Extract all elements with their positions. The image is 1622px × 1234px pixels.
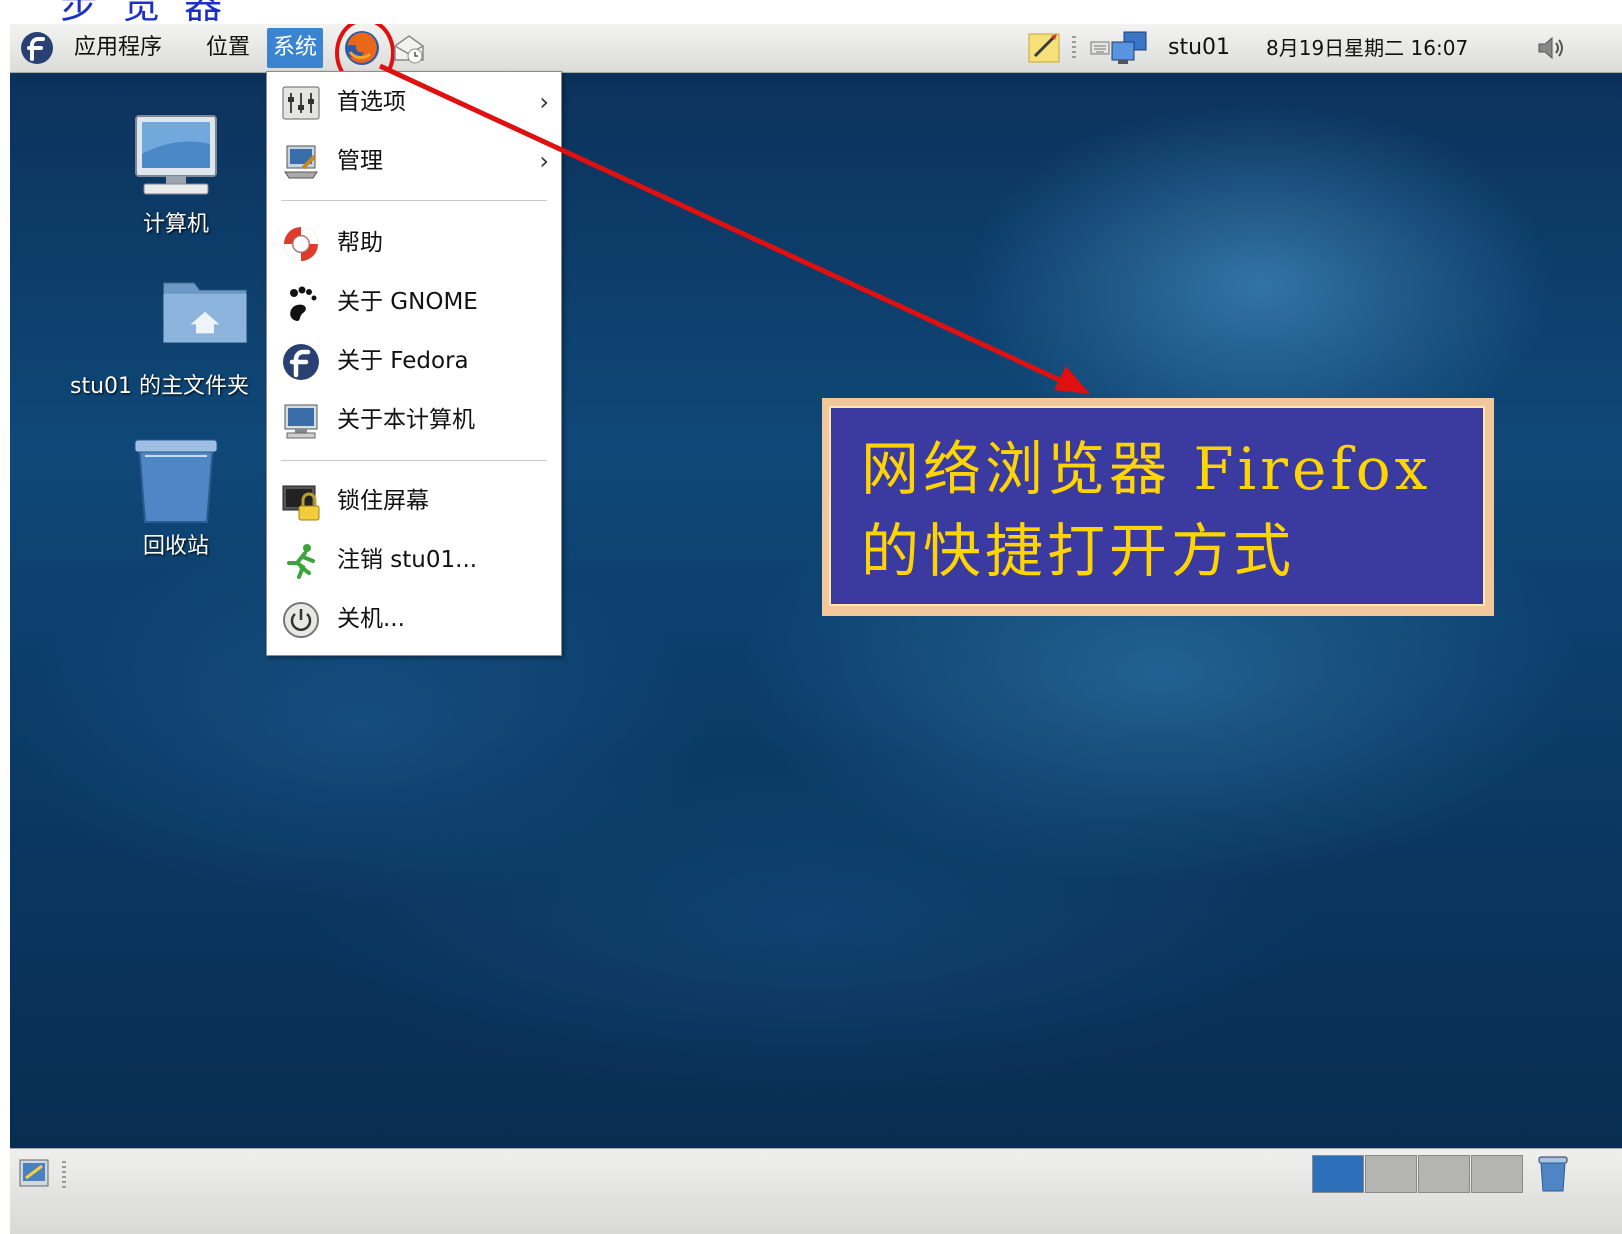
annotation-callout-box: 网络浏览器 Firefox 的快捷打开方式 <box>829 406 1485 606</box>
username-label[interactable]: stu01 <box>1168 24 1230 72</box>
menu-item-label: 关于 Fedora <box>337 348 469 374</box>
mail-launcher-icon[interactable] <box>392 32 426 66</box>
menu-item-about-computer[interactable]: 关于本计算机 <box>267 394 561 446</box>
volume-icon[interactable] <box>1536 34 1566 62</box>
annotation-line-1: 网络浏览器 Firefox <box>861 435 1432 503</box>
logout-running-man-icon <box>287 544 315 579</box>
menu-item-lock-screen[interactable]: 锁住屏幕 <box>267 475 561 527</box>
clock[interactable]: 8月19日星期二 16:07 <box>1266 24 1468 72</box>
menu-item-about-fedora[interactable]: 关于 Fedora <box>267 335 561 387</box>
desktop-icon-trash[interactable]: 回收站 <box>126 434 226 564</box>
menu-item-label: 关于 GNOME <box>337 289 478 315</box>
computer-icon <box>135 115 217 195</box>
trash-applet-icon[interactable] <box>1536 1153 1570 1193</box>
workspace-2[interactable] <box>1365 1155 1417 1193</box>
menu-item-help[interactable]: 帮助 <box>267 217 561 269</box>
preferences-icon <box>282 86 320 120</box>
panel-separator <box>62 1161 66 1189</box>
lock-screen-icon <box>282 485 320 521</box>
desktop-icon-label: stu01 的主文件夹 <box>70 374 250 399</box>
menu-item-label: 关机... <box>337 606 405 632</box>
network-icon[interactable] <box>1110 30 1148 66</box>
menu-item-preferences[interactable]: 首选项 › <box>267 76 561 128</box>
menu-separator <box>281 200 547 201</box>
submenu-arrow-icon: › <box>539 147 549 175</box>
workspace-1[interactable] <box>1312 1155 1364 1193</box>
system-dropdown-menu: 首选项 › 管理 › 帮助 关于 GNOME 关于 Fedora 关于本计算机 … <box>266 71 562 656</box>
menu-item-label: 注销 stu01... <box>337 547 478 573</box>
submenu-arrow-icon: › <box>539 88 549 116</box>
fedora-logo-icon[interactable] <box>20 31 54 65</box>
menu-separator <box>281 460 547 461</box>
workspace-3[interactable] <box>1418 1155 1470 1193</box>
system-menu-button[interactable]: 系统 <box>267 28 324 68</box>
gnome-foot-icon <box>290 286 317 321</box>
slide-top-strip: 步 览 器 <box>0 0 1622 24</box>
menu-item-about-gnome[interactable]: 关于 GNOME <box>267 276 561 328</box>
sticky-notes-icon[interactable] <box>1027 30 1063 66</box>
help-lifebuoy-icon <box>284 227 318 261</box>
desktop-icon-label: 回收站 <box>142 534 209 559</box>
menu-item-logout[interactable]: 注销 stu01... <box>267 534 561 586</box>
keyboard-icon[interactable] <box>1090 40 1110 56</box>
annotation-callout: 网络浏览器 Firefox 的快捷打开方式 <box>822 398 1494 616</box>
desktop-icon-home-folder[interactable]: stu01 的主文件夹 <box>70 274 280 404</box>
applications-menu[interactable]: 应用程序 <box>74 24 162 72</box>
menu-item-label: 锁住屏幕 <box>337 488 429 514</box>
monitor-icon <box>284 404 318 439</box>
annotation-arrow <box>378 63 1090 394</box>
desktop-icon-label: 计算机 <box>142 212 209 237</box>
administration-icon <box>284 145 318 179</box>
annotation-line-2: 的快捷打开方式 <box>861 517 1296 585</box>
workspace-4[interactable] <box>1471 1155 1523 1193</box>
desktop-screen: 应用程序 位置 系统 stu01 8月19日星期二 16:07 计算机 stu0… <box>10 24 1622 1234</box>
menu-item-administration[interactable]: 管理 › <box>267 135 561 187</box>
power-icon <box>283 602 319 638</box>
fedora-icon <box>283 344 319 380</box>
menu-item-label: 管理 <box>337 148 383 174</box>
annotation-text: 网络浏览器 Firefox 的快捷打开方式 <box>861 428 1461 592</box>
menu-item-shutdown[interactable]: 关机... <box>267 593 561 645</box>
show-desktop-icon[interactable] <box>18 1158 50 1188</box>
trash-icon <box>134 439 218 523</box>
bottom-panel <box>10 1148 1622 1234</box>
desktop-icon-computer[interactable]: 计算机 <box>116 114 236 244</box>
panel-separator <box>1072 36 1076 60</box>
slide-heading-fragment: 步 览 器 <box>60 0 229 24</box>
home-folder-icon <box>163 282 247 343</box>
menu-item-label: 首选项 <box>337 89 406 115</box>
menu-item-label: 帮助 <box>337 230 383 256</box>
menu-item-label: 关于本计算机 <box>337 407 475 433</box>
places-menu[interactable]: 位置 <box>206 24 250 72</box>
top-panel: 应用程序 位置 系统 stu01 8月19日星期二 16:07 <box>10 24 1622 88</box>
